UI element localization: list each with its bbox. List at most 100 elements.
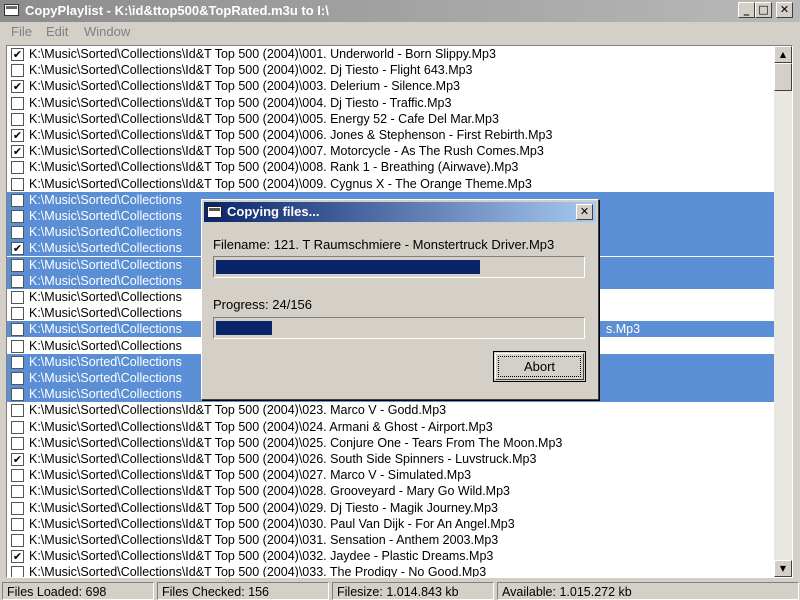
item-path: K:\Music\Sorted\Collections\Id&T Top 500… [29,533,499,547]
abort-button-label: Abort [523,359,556,374]
list-item[interactable]: ✔ K:\Music\Sorted\Collections\Id&T Top 50… [7,143,774,159]
item-checkbox[interactable] [11,436,24,450]
scroll-up-button[interactable]: ▲ [774,46,792,63]
item-checkbox[interactable] [11,404,24,418]
item-checkbox[interactable] [11,388,24,402]
item-checkbox[interactable]: ✔ [11,80,24,94]
item-checkbox[interactable]: ✔ [11,48,24,61]
list-item[interactable]: ✔ K:\Music\Sorted\Collections\Id&T Top 50… [7,78,774,94]
window-title: CopyPlaylist - K:\id&ttop500&TopRated.m3… [25,3,329,18]
list-item[interactable]: K:\Music\Sorted\Collections\Id&T Top 500… [7,176,774,192]
filename-label: Filename: 121. T Raumschmiere - Monstert… [213,237,555,252]
item-path: K:\Music\Sorted\Collections\Id&T Top 500… [29,549,494,564]
app-window-icon [4,4,19,16]
list-item[interactable]: K:\Music\Sorted\Collections\Id&T Top 500… [7,435,774,451]
item-path: K:\Music\Sorted\Collections\Id&T Top 500… [29,176,532,191]
item-checkbox[interactable] [11,501,24,515]
menu-file[interactable]: File [11,24,32,39]
item-checkbox[interactable] [11,323,24,337]
list-item[interactable]: K:\Music\Sorted\Collections\Id&T Top 500… [7,564,774,577]
list-item[interactable]: ✔ K:\Music\Sorted\Collections\Id&T Top 50… [7,127,774,143]
list-item[interactable]: ✔ K:\Music\Sorted\Collections\Id&T Top 50… [7,451,774,467]
item-checkbox[interactable] [11,177,24,191]
list-item[interactable]: K:\Music\Sorted\Collections\Id&T Top 500… [7,516,774,532]
item-checkbox[interactable] [11,534,24,547]
item-path: K:\Music\Sorted\Collections [29,354,182,369]
item-checkbox[interactable] [11,355,24,369]
item-checkbox[interactable] [11,566,24,577]
item-checkbox[interactable] [11,307,24,321]
list-item[interactable]: K:\Music\Sorted\Collections\Id&T Top 500… [7,159,774,175]
list-item[interactable]: K:\Music\Sorted\Collections\Id&T Top 500… [7,62,774,78]
item-checkbox[interactable] [11,210,24,223]
file-progress-fill [216,260,480,274]
item-path: K:\Music\Sorted\Collections\Id&T Top 500… [29,500,498,515]
item-path: K:\Music\Sorted\Collections\Id&T Top 500… [29,160,519,175]
list-item[interactable]: K:\Music\Sorted\Collections\Id&T Top 500… [7,500,774,516]
item-checkbox[interactable]: ✔ [11,550,24,564]
item-path: K:\Music\Sorted\Collections\Id&T Top 500… [29,565,487,577]
item-checkbox[interactable]: ✔ [11,145,24,159]
status-bar: Files Loaded: 698 Files Checked: 156 Fil… [0,581,800,600]
item-path: K:\Music\Sorted\Collections\Id&T Top 500… [29,63,473,78]
item-path: K:\Music\Sorted\Collections\Id&T Top 500… [29,95,452,110]
item-path: K:\Music\Sorted\Collections [29,192,182,207]
list-item[interactable]: ✔ K:\Music\Sorted\Collections\Id&T Top 50… [7,46,774,62]
item-checkbox[interactable] [11,258,24,272]
status-filesize: Filesize: 1.014.843 kb [332,582,494,600]
item-path: K:\Music\Sorted\Collections\Id&T Top 500… [29,419,493,434]
item-checkbox[interactable] [11,420,24,434]
item-checkbox[interactable] [11,226,24,240]
item-checkbox[interactable] [11,96,24,110]
item-checkbox[interactable] [11,469,24,483]
scroll-down-button[interactable]: ▼ [774,560,792,577]
item-path: K:\Music\Sorted\Collections\Id&T Top 500… [29,403,447,418]
close-button[interactable]: ✕ [776,2,793,18]
item-path: K:\Music\Sorted\Collections [29,209,182,223]
scroll-thumb[interactable] [774,63,792,91]
list-item[interactable]: K:\Music\Sorted\Collections\Id&T Top 500… [7,483,774,499]
item-checkbox[interactable]: ✔ [11,242,24,256]
scroll-down-icon: ▼ [779,564,787,573]
vertical-scrollbar[interactable]: ▲ ▼ [774,46,792,577]
list-item[interactable]: K:\Music\Sorted\Collections\Id&T Top 500… [7,95,774,111]
item-path: K:\Music\Sorted\Collections\Id&T Top 500… [29,468,472,483]
item-checkbox[interactable] [11,372,24,385]
item-path: K:\Music\Sorted\Collections [29,273,182,288]
item-checkbox[interactable] [11,112,24,126]
maximize-button[interactable]: □ [755,2,772,18]
item-path: K:\Music\Sorted\Collections [29,257,182,272]
list-item[interactable]: K:\Music\Sorted\Collections\Id&T Top 500… [7,532,774,548]
item-checkbox[interactable]: ✔ [11,453,24,466]
item-path: K:\Music\Sorted\Collections\Id&T Top 500… [29,516,515,531]
list-item[interactable]: ✔ K:\Music\Sorted\Collections\Id&T Top 50… [7,548,774,564]
total-progress-bar [213,317,585,339]
menu-edit[interactable]: Edit [46,24,68,39]
item-checkbox[interactable] [11,161,24,175]
dialog-title: Copying files... [227,204,320,219]
item-path: K:\Music\Sorted\Collections [29,306,182,321]
item-checkbox[interactable] [11,64,24,78]
menu-window[interactable]: Window [84,24,130,39]
progress-label: Progress: 24/156 [213,297,313,312]
list-item[interactable]: K:\Music\Sorted\Collections\Id&T Top 500… [7,402,774,418]
item-path: K:\Music\Sorted\Collections\Id&T Top 500… [29,484,510,499]
list-item[interactable]: K:\Music\Sorted\Collections\Id&T Top 500… [7,111,774,127]
item-checkbox[interactable] [11,291,24,304]
item-checkbox[interactable] [11,517,24,531]
list-item[interactable]: K:\Music\Sorted\Collections\Id&T Top 500… [7,467,774,483]
item-checkbox[interactable] [11,339,24,353]
list-item[interactable]: K:\Music\Sorted\Collections\Id&T Top 500… [7,419,774,435]
dialog-title-bar: Copying files... ✕ [204,202,596,222]
file-progress-bar [213,256,585,278]
item-checkbox[interactable] [11,193,24,207]
item-checkbox[interactable]: ✔ [11,129,24,142]
item-path: K:\Music\Sorted\Collections [29,322,182,337]
item-checkbox[interactable] [11,485,24,499]
item-checkbox[interactable] [11,274,24,288]
minimize-button[interactable]: _ [738,2,755,18]
abort-button[interactable]: Abort [493,351,586,382]
menu-bar: File Edit Window [0,22,800,42]
dialog-close-button[interactable]: ✕ [576,204,593,220]
item-path: K:\Music\Sorted\Collections\Id&T Top 500… [29,111,499,126]
